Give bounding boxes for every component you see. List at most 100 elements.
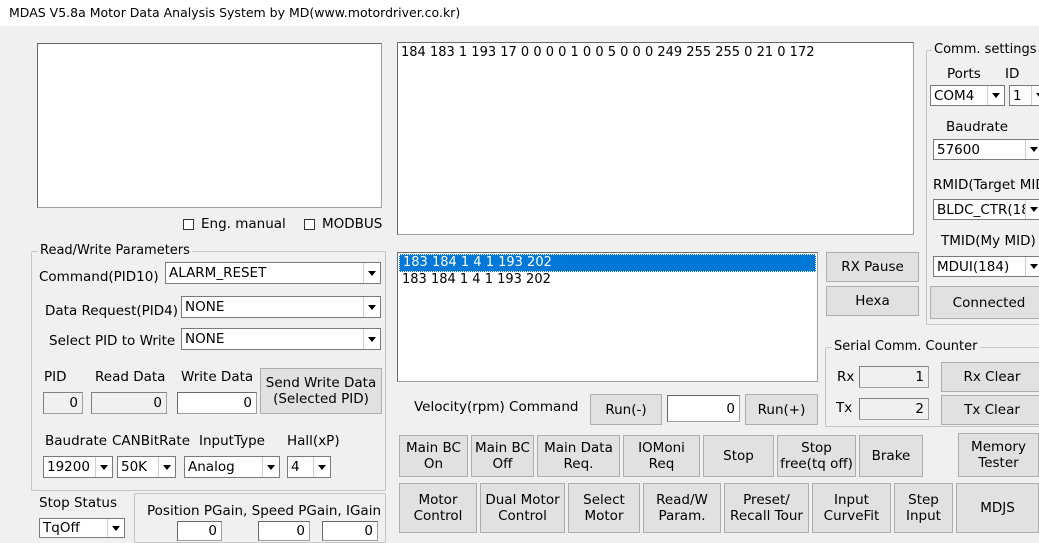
id-select[interactable]: 1 <box>1009 85 1039 106</box>
hexa-button[interactable]: Hexa <box>826 286 919 316</box>
iomoni-req-button[interactable]: IOMoni Req <box>623 435 700 477</box>
run-minus-button[interactable]: Run(-) <box>590 394 662 425</box>
datareq-label: Data Request(PID4) <box>45 303 179 319</box>
port-value: COM4 <box>934 87 975 104</box>
window-title: MDAS V5.8a Motor Data Analysis System by… <box>9 5 461 20</box>
rmid-value: BLDC_CTR(183) <box>937 201 1025 218</box>
baudrate-select[interactable]: 57600 <box>933 139 1039 160</box>
chevron-down-icon <box>363 329 380 349</box>
motor-control-button[interactable]: Motor Control <box>399 483 477 533</box>
tmid-label: TMID(My MID) <box>941 233 1036 249</box>
comm-settings-title: Comm. settings <box>932 42 1039 57</box>
velocity-label: Velocity(rpm) Command <box>414 399 579 415</box>
stop-status-select[interactable]: TqOff <box>39 518 125 538</box>
baudrate-label: Baudrate <box>946 119 1009 135</box>
hall-select[interactable]: 4 <box>287 456 331 478</box>
readdata-label: Read Data <box>95 369 166 385</box>
stop-free-button[interactable]: Stop free(tq off) <box>777 435 856 477</box>
canbit-value: 50K <box>121 459 148 475</box>
position-pgain-input[interactable]: 0 <box>177 521 222 541</box>
tmid-value: MDUI(184) <box>937 258 1010 275</box>
id-label: ID <box>1005 66 1020 82</box>
step-input-button[interactable]: Step Input <box>894 483 953 533</box>
tx-data-list[interactable]: 183 184 1 4 1 193 202 183 184 1 4 1 193 … <box>397 252 818 382</box>
memory-tester-button[interactable]: Memory Tester <box>958 433 1039 477</box>
canbit-select[interactable]: 50K <box>117 456 176 478</box>
send-write-data-button[interactable]: Send Write Data (Selected PID) <box>260 368 382 414</box>
rw-baud-select[interactable]: 19200 <box>43 456 113 478</box>
command-select[interactable]: ALARM_RESET <box>165 262 381 284</box>
main-bc-off-button[interactable]: Main BC Off <box>471 435 534 477</box>
chevron-down-icon <box>107 519 124 537</box>
hall-label: Hall(xP) <box>287 433 340 449</box>
chevron-down-icon <box>1031 86 1039 105</box>
list-item[interactable]: 183 184 1 4 1 193 202 <box>399 272 816 288</box>
modbus-label: MODBUS <box>322 216 383 232</box>
main-data-req-button[interactable]: Main Data Req. <box>537 435 620 477</box>
rx-count-label: Rx <box>837 369 855 385</box>
canbit-label: CANBitRate <box>112 433 191 449</box>
rx-clear-button[interactable]: Rx Clear <box>941 362 1039 392</box>
inputtype-value: Analog <box>188 459 235 475</box>
eng-manual-checkbox[interactable] <box>183 219 194 230</box>
port-select[interactable]: COM4 <box>930 85 1005 106</box>
brake-button[interactable]: Brake <box>859 435 923 477</box>
rx-data-textbox[interactable]: 184 183 1 193 17 0 0 0 0 1 0 0 5 0 0 0 2… <box>397 42 914 235</box>
baudrate-value: 57600 <box>937 141 980 158</box>
ports-label: Ports <box>947 66 981 82</box>
inputtype-select[interactable]: Analog <box>184 456 280 478</box>
title-bar: MDAS V5.8a Motor Data Analysis System by… <box>0 0 1039 26</box>
tx-count-value: 2 <box>859 398 929 420</box>
chevron-down-icon <box>1025 140 1039 159</box>
igain-input[interactable]: 0 <box>322 521 378 541</box>
rw-params-title: Read/Write Parameters <box>38 243 192 258</box>
rx-data-line: 184 183 1 193 17 0 0 0 0 1 0 0 5 0 0 0 2… <box>401 45 815 60</box>
main-bc-on-button[interactable]: Main BC On <box>399 435 468 477</box>
rmid-label: RMID(Target MID) <box>933 177 1039 193</box>
read-write-param-button[interactable]: Read/W Param. <box>643 483 721 533</box>
rw-baud-value: 19200 <box>47 459 90 475</box>
hall-value: 4 <box>291 459 300 475</box>
chevron-down-icon <box>987 86 1004 105</box>
input-curvefit-button[interactable]: Input CurveFit <box>812 483 891 533</box>
stop-status-label: Stop Status <box>39 495 118 511</box>
list-item[interactable]: 183 184 1 4 1 193 202 <box>399 254 816 272</box>
selectpid-select[interactable]: NONE <box>181 328 381 350</box>
tx-clear-button[interactable]: Tx Clear <box>941 395 1039 425</box>
rx-pause-button[interactable]: RX Pause <box>826 252 919 282</box>
mdjs-button[interactable]: MDJS <box>956 483 1039 533</box>
datareq-value: NONE <box>185 299 225 315</box>
chevron-down-icon <box>1025 257 1039 276</box>
eng-manual-label: Eng. manual <box>201 216 286 232</box>
datareq-select[interactable]: NONE <box>181 296 381 318</box>
rx-count-value: 1 <box>859 366 929 388</box>
pid-label: PID <box>44 369 67 385</box>
preset-recall-tour-button[interactable]: Preset/ Recall Tour <box>724 483 809 533</box>
connect-button[interactable]: Connected <box>930 286 1039 319</box>
velocity-input[interactable]: 0 <box>667 395 740 422</box>
display-panel <box>37 43 382 208</box>
writedata-input[interactable]: 0 <box>177 392 257 414</box>
command-label: Command(PID10) <box>39 269 159 285</box>
chevron-down-icon <box>363 263 380 283</box>
chevron-down-icon <box>262 457 279 477</box>
chevron-down-icon <box>363 297 380 317</box>
selectpid-label: Select PID to Write <box>49 333 176 349</box>
chevron-down-icon <box>158 457 175 477</box>
speed-pgain-input[interactable]: 0 <box>258 521 310 541</box>
writedata-label: Write Data <box>181 369 254 385</box>
pid-value: 0 <box>43 392 83 414</box>
rmid-select[interactable]: BLDC_CTR(183) <box>933 199 1039 220</box>
modbus-checkbox[interactable] <box>304 219 315 230</box>
tx-count-label: Tx <box>836 400 853 416</box>
chevron-down-icon <box>313 457 330 477</box>
tmid-select[interactable]: MDUI(184) <box>933 256 1039 277</box>
dual-motor-control-button[interactable]: Dual Motor Control <box>480 483 565 533</box>
select-motor-button[interactable]: Select Motor <box>568 483 640 533</box>
stop-button[interactable]: Stop <box>703 435 774 477</box>
rw-baud-label: Baudrate <box>45 433 108 449</box>
readdata-value: 0 <box>91 392 167 414</box>
serial-counter-title: Serial Comm. Counter <box>832 339 980 354</box>
command-value: ALARM_RESET <box>169 265 267 281</box>
run-plus-button[interactable]: Run(+) <box>745 394 818 425</box>
